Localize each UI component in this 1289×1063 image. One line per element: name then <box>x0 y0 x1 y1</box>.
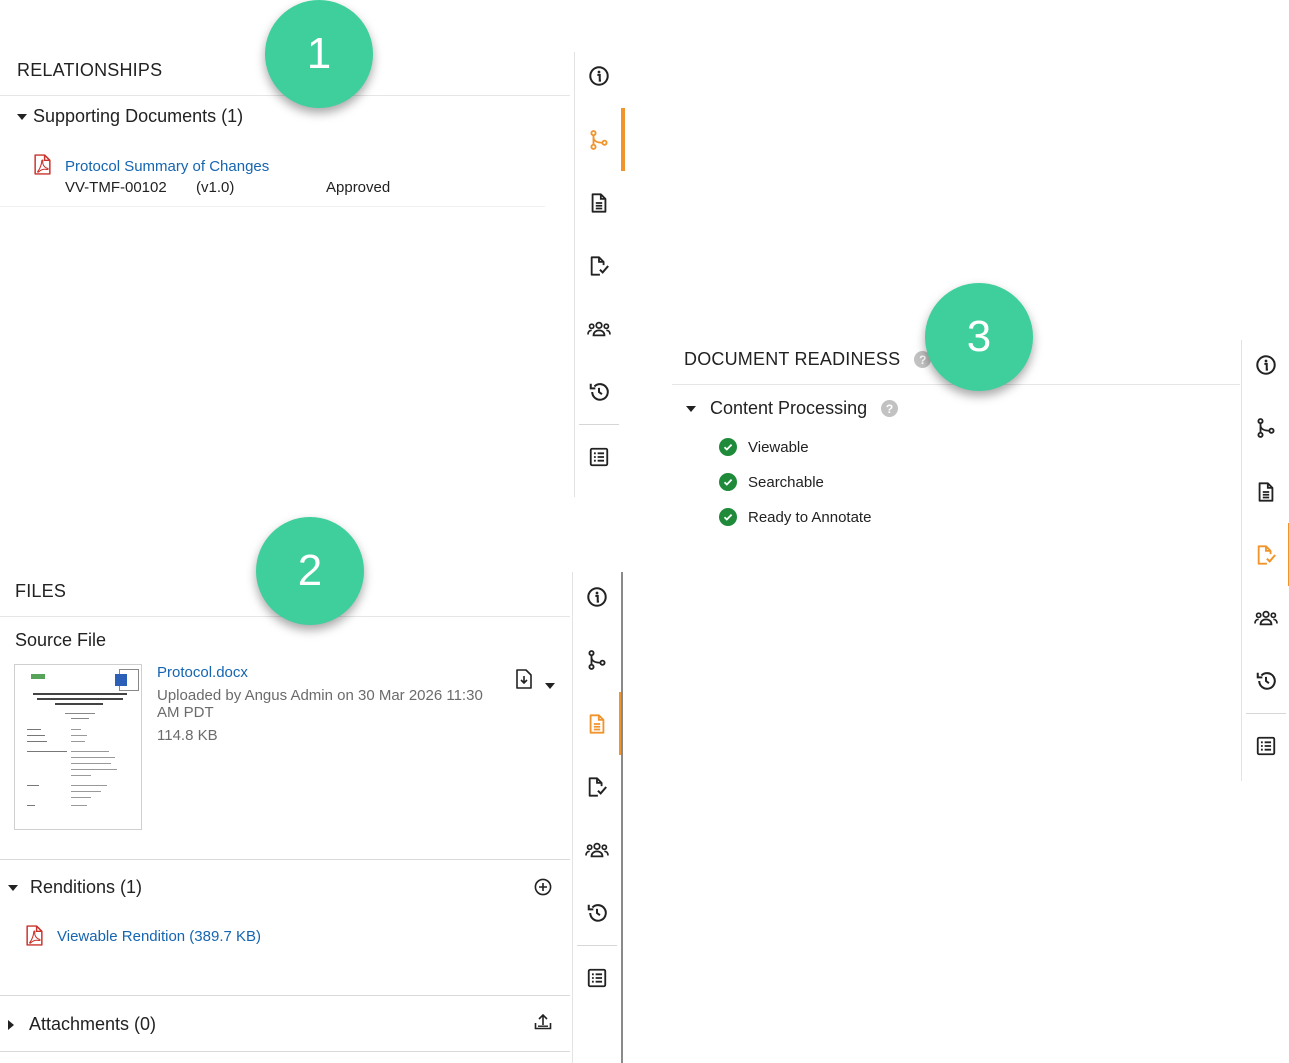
pdf-icon <box>26 925 43 946</box>
supporting-documents-label: Supporting Documents (1) <box>33 106 244 126</box>
related-document-link[interactable]: Protocol Summary of Changes <box>65 158 269 175</box>
attachments-toggle[interactable]: Attachments (0) <box>8 1014 156 1035</box>
people-icon[interactable] <box>575 309 623 349</box>
info-icon[interactable] <box>1242 345 1289 385</box>
add-rendition-icon[interactable] <box>534 878 552 896</box>
check-circle-icon <box>719 508 737 526</box>
download-icon[interactable] <box>515 669 533 689</box>
readiness-header: DOCUMENT READINESS ? <box>684 349 932 370</box>
divider <box>0 206 545 207</box>
list-icon[interactable] <box>573 958 621 998</box>
history-icon[interactable] <box>575 372 623 412</box>
pdf-icon <box>34 154 51 175</box>
caret-down-icon <box>8 884 18 891</box>
file-icon[interactable] <box>575 183 623 223</box>
document-number: VV-TMF-00102 <box>65 179 167 196</box>
readiness-item: Ready to Annotate <box>719 508 871 526</box>
list-icon[interactable] <box>575 437 623 477</box>
relationships-title: RELATIONSHIPS <box>17 60 163 80</box>
renditions-toggle[interactable]: Renditions (1) <box>8 877 142 898</box>
readiness-item-label: Searchable <box>748 473 824 491</box>
file-icon[interactable] <box>573 704 621 744</box>
info-icon[interactable] <box>575 56 623 96</box>
logo-mark <box>31 674 45 679</box>
side-rail-readiness <box>1241 340 1289 781</box>
files-title: FILES <box>15 581 67 601</box>
divider <box>1246 713 1286 714</box>
document-version: (v1.0) <box>196 179 235 196</box>
divider <box>577 945 617 946</box>
scrollbar[interactable] <box>621 572 623 1063</box>
word-doc-icon <box>115 669 139 691</box>
file-icon[interactable] <box>1242 472 1289 512</box>
document-status: Approved <box>326 179 391 196</box>
relationships-icon[interactable] <box>575 120 623 160</box>
people-icon[interactable] <box>573 830 621 870</box>
checklist-icon[interactable] <box>573 767 621 807</box>
attachments-label: Attachments (0) <box>29 1014 157 1034</box>
list-icon[interactable] <box>1242 726 1289 766</box>
relationships-icon[interactable] <box>573 640 621 680</box>
check-circle-icon <box>719 473 737 491</box>
history-icon[interactable] <box>1242 661 1289 701</box>
supporting-documents-toggle[interactable]: Supporting Documents (1) <box>17 106 243 127</box>
side-rail-relationships <box>574 52 625 497</box>
relationships-icon[interactable] <box>1242 408 1289 448</box>
callout-badge-3: 3 <box>925 283 1033 391</box>
callout-badge-2: 2 <box>256 517 364 625</box>
readiness-item: Viewable <box>719 438 809 456</box>
checklist-icon[interactable] <box>1242 535 1289 575</box>
upload-info: Uploaded by Angus Admin on 30 Mar 2026 1… <box>157 687 483 721</box>
history-icon[interactable] <box>573 893 621 933</box>
renditions-label: Renditions (1) <box>30 877 143 897</box>
content-processing-toggle[interactable]: Content Processing ? <box>686 398 899 419</box>
divider <box>0 859 570 860</box>
caret-right-icon <box>8 1019 14 1030</box>
help-icon[interactable]: ? <box>881 400 899 417</box>
file-size: 114.8 KB <box>157 727 218 744</box>
download-dropdown-chevron-icon[interactable] <box>545 676 555 694</box>
people-icon[interactable] <box>1242 598 1289 638</box>
check-circle-icon <box>719 438 737 456</box>
divider <box>0 995 570 996</box>
caret-down-icon <box>686 405 696 412</box>
callout-badge-1: 1 <box>265 0 373 108</box>
divider <box>579 424 619 425</box>
readiness-item-label: Ready to Annotate <box>748 508 872 526</box>
caret-down-icon <box>17 113 27 120</box>
source-file-link[interactable]: Protocol.docx <box>157 664 248 681</box>
checklist-icon[interactable] <box>575 246 623 286</box>
side-rail-files <box>572 572 623 1063</box>
readiness-title: DOCUMENT READINESS <box>684 349 901 369</box>
info-icon[interactable] <box>573 577 621 617</box>
readiness-item-label: Viewable <box>748 438 809 456</box>
divider <box>0 1051 570 1052</box>
viewable-rendition-link[interactable]: Viewable Rendition (389.7 KB) <box>57 928 261 945</box>
active-indicator <box>621 108 625 171</box>
readiness-item: Searchable <box>719 473 824 491</box>
content-processing-label: Content Processing <box>710 398 868 418</box>
upload-attachment-icon[interactable] <box>534 1013 552 1030</box>
source-file-label: Source File <box>15 630 107 650</box>
document-thumbnail[interactable] <box>14 664 142 830</box>
